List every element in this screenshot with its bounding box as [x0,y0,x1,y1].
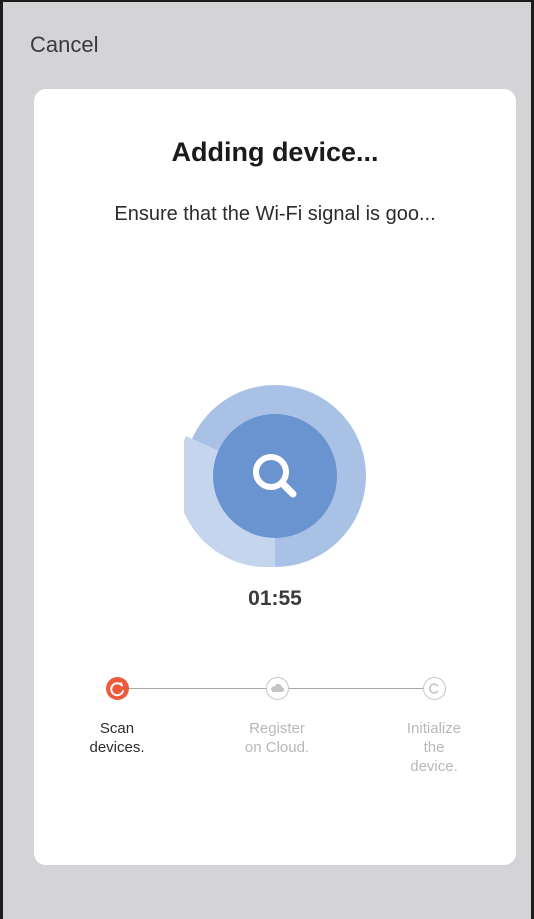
step-label-scan: Scan devices. [62,719,172,757]
step-label-initialize: Initialize the device. [379,719,489,776]
step-scan-indicator [106,677,129,700]
step-label-line: devices. [89,739,145,756]
cancel-button[interactable]: Cancel [30,32,98,58]
step-label-line: Register [249,720,305,737]
screen: Cancel Adding device... Ensure that the … [0,0,534,919]
scanning-indicator [184,385,366,567]
scanner-inner-circle [213,414,337,538]
countdown-timer: 01:55 [248,587,302,610]
step-label-register: Register on Cloud. [222,719,332,757]
step-initialize-indicator [423,677,446,700]
page-title: Adding device... [171,137,379,167]
refresh-icon [110,681,124,697]
step-label-line: Scan [99,720,135,737]
step-register-indicator [266,677,289,700]
step-label-line: the [423,739,445,756]
step-connector-1 [129,688,274,689]
adding-device-card: Adding device... Ensure that the Wi-Fi s… [34,89,516,865]
cloud-icon [271,683,285,692]
step-label-line: on Cloud. [244,739,310,756]
step-label-line: device. [410,758,458,775]
step-connector-2 [289,688,430,689]
copyright-c-icon [429,683,439,694]
wifi-hint-text: Ensure that the Wi-Fi signal is goo... [114,203,436,225]
step-label-line: Initialize [406,720,462,737]
